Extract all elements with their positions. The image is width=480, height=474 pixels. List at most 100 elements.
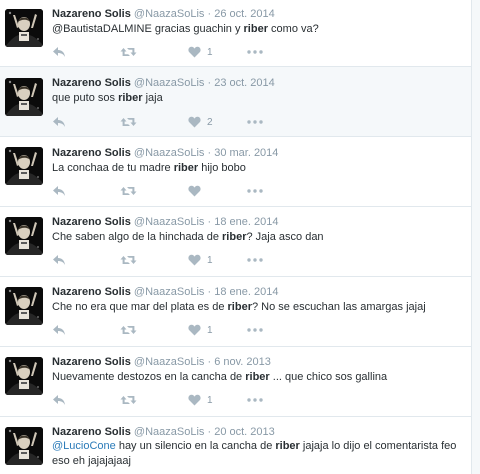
scrollbar-track[interactable]	[471, 0, 480, 474]
tweet-item[interactable]: Nazareno Solis @NaazaSoLis · 30 mar. 201…	[0, 137, 472, 207]
text-segment: Nuevamente destozos en la cancha de	[52, 371, 246, 383]
reply-button[interactable]	[52, 44, 66, 60]
more-button[interactable]	[247, 183, 263, 199]
text-segment: La conchaa de tu madre	[52, 162, 174, 174]
reply-button[interactable]	[52, 322, 66, 338]
more-icon	[247, 398, 263, 402]
like-button[interactable]: 1	[188, 44, 213, 60]
more-button[interactable]	[247, 114, 263, 130]
text-segment: ... que chico sos gallina	[269, 371, 388, 383]
text-segment: como va?	[268, 23, 319, 35]
author-handle[interactable]: @NaazaSoLis	[134, 356, 204, 368]
keyword-highlight: riber	[173, 162, 199, 174]
mention-link[interactable]: @LucioCone	[52, 440, 116, 452]
reply-icon	[52, 394, 66, 406]
more-icon	[247, 120, 263, 124]
tweet-date[interactable]: 18 ene. 2014	[214, 216, 278, 228]
separator-dot: ·	[207, 426, 212, 438]
author-handle[interactable]: @NaazaSoLis	[134, 8, 204, 20]
tweet-date[interactable]: 26 oct. 2014	[214, 8, 275, 20]
tweet-text: Nuevamente destozos en la cancha de ribe…	[52, 370, 462, 385]
avatar[interactable]	[5, 357, 43, 395]
avatar[interactable]	[5, 9, 43, 47]
retweet-button[interactable]	[120, 322, 137, 338]
author-handle[interactable]: @NaazaSoLis	[134, 286, 204, 298]
avatar[interactable]	[5, 147, 43, 185]
tweet-header: Nazareno Solis @NaazaSoLis · 23 oct. 201…	[52, 77, 275, 90]
tweet-header: Nazareno Solis @NaazaSoLis · 30 mar. 201…	[52, 147, 278, 160]
avatar[interactable]	[5, 427, 43, 465]
avatar[interactable]	[5, 78, 43, 116]
tweet-header: Nazareno Solis @NaazaSoLis · 6 nov. 2013	[52, 356, 271, 369]
tweet-item[interactable]: Nazareno Solis @NaazaSoLis · 20 oct. 201…	[0, 417, 472, 474]
tweet-actions	[52, 183, 282, 199]
text-segment: Che no era que mar del plata es de	[52, 301, 228, 313]
tweet-text: Che saben algo de la hinchada de riber? …	[52, 230, 462, 245]
tweet-actions: 1	[52, 392, 282, 408]
reply-button[interactable]	[52, 252, 66, 268]
author-name[interactable]: Nazareno Solis	[52, 216, 131, 228]
tweet-date[interactable]: 6 nov. 2013	[214, 356, 271, 368]
avatar[interactable]	[5, 217, 43, 255]
author-handle[interactable]: @NaazaSoLis	[134, 216, 204, 228]
text-segment: @BautistaDALMINE gracias guachin y	[52, 23, 244, 35]
like-button[interactable]: 1	[188, 392, 213, 408]
like-count: 1	[207, 254, 213, 266]
separator-dot: ·	[207, 216, 212, 228]
tweet-header: Nazareno Solis @NaazaSoLis · 20 oct. 201…	[52, 426, 275, 439]
retweet-button[interactable]	[120, 392, 137, 408]
heart-icon	[188, 254, 201, 266]
author-handle[interactable]: @NaazaSoLis	[134, 147, 204, 159]
like-button[interactable]	[188, 183, 207, 199]
reply-icon	[52, 324, 66, 336]
text-segment: ? No se escuchan las amargas jajaj	[251, 301, 426, 313]
tweet-date[interactable]: 18 ene. 2014	[214, 286, 278, 298]
like-button[interactable]: 2	[188, 114, 213, 130]
more-icon	[247, 189, 263, 193]
reply-button[interactable]	[52, 392, 66, 408]
tweet-text: @LucioCone hay un silencio en la cancha …	[52, 439, 462, 469]
tweet-item[interactable]: Nazareno Solis @NaazaSoLis · 18 ene. 201…	[0, 207, 472, 277]
author-name[interactable]: Nazareno Solis	[52, 356, 131, 368]
tweet-date[interactable]: 23 oct. 2014	[214, 77, 275, 89]
author-handle[interactable]: @NaazaSoLis	[134, 77, 204, 89]
separator-dot: ·	[207, 8, 212, 20]
author-name[interactable]: Nazareno Solis	[52, 77, 131, 89]
more-button[interactable]	[247, 392, 263, 408]
like-button[interactable]: 1	[188, 322, 213, 338]
more-icon	[247, 50, 263, 54]
tweet-date[interactable]: 20 oct. 2013	[214, 426, 275, 438]
tweet-item[interactable]: Nazareno Solis @NaazaSoLis · 18 ene. 201…	[0, 277, 472, 347]
retweet-button[interactable]	[120, 44, 137, 60]
tweet-actions: 1	[52, 322, 282, 338]
avatar[interactable]	[5, 287, 43, 325]
like-button[interactable]: 1	[188, 252, 213, 268]
retweet-icon	[120, 185, 137, 197]
tweet-item[interactable]: Nazareno Solis @NaazaSoLis · 23 oct. 201…	[0, 67, 472, 137]
retweet-icon	[120, 324, 137, 336]
retweet-button[interactable]	[120, 183, 137, 199]
author-name[interactable]: Nazareno Solis	[52, 8, 131, 20]
author-name[interactable]: Nazareno Solis	[52, 426, 131, 438]
heart-icon	[188, 324, 201, 336]
more-button[interactable]	[247, 322, 263, 338]
tweet-item[interactable]: Nazareno Solis @NaazaSoLis · 6 nov. 2013…	[0, 347, 472, 417]
more-icon	[247, 258, 263, 262]
tweet-item[interactable]: Nazareno Solis @NaazaSoLis · 26 oct. 201…	[0, 0, 472, 67]
retweet-icon	[120, 254, 137, 266]
tweet-header: Nazareno Solis @NaazaSoLis · 26 oct. 201…	[52, 8, 275, 21]
reply-button[interactable]	[52, 114, 66, 130]
more-button[interactable]	[247, 252, 263, 268]
tweet-date[interactable]: 30 mar. 2014	[214, 147, 278, 159]
author-handle[interactable]: @NaazaSoLis	[134, 426, 204, 438]
reply-icon	[52, 46, 66, 58]
author-name[interactable]: Nazareno Solis	[52, 286, 131, 298]
more-button[interactable]	[247, 44, 263, 60]
separator-dot: ·	[207, 147, 212, 159]
retweet-button[interactable]	[120, 114, 137, 130]
tweet-header: Nazareno Solis @NaazaSoLis · 18 ene. 201…	[52, 286, 278, 299]
author-name[interactable]: Nazareno Solis	[52, 147, 131, 159]
tweet-actions: 1	[52, 44, 282, 60]
retweet-button[interactable]	[120, 252, 137, 268]
reply-button[interactable]	[52, 183, 66, 199]
